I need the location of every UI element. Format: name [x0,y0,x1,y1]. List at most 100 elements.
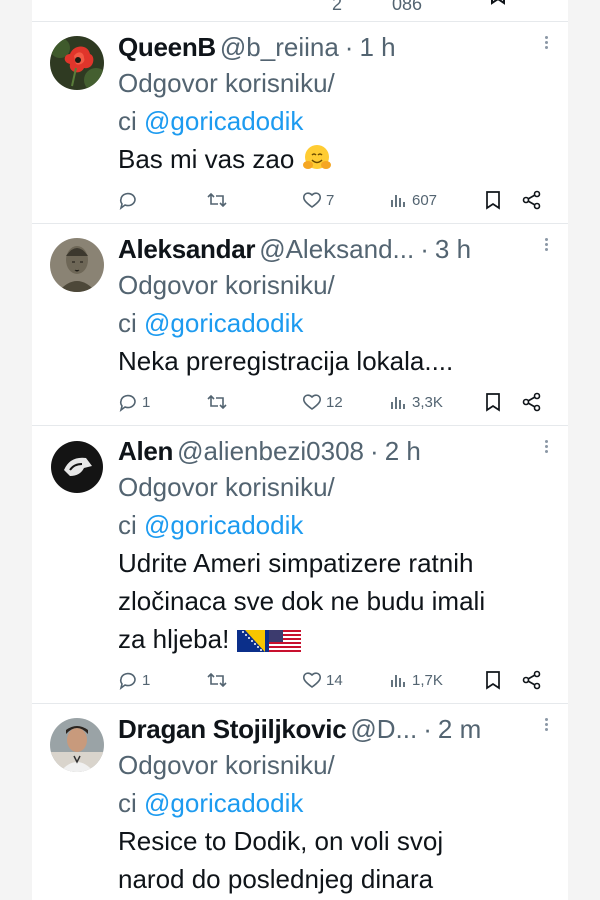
retweet-button[interactable] [206,190,228,210]
tweet-text: Udrite Ameri simpatizere ratnih zločinac… [118,544,548,658]
share-icon [522,670,541,690]
like-button[interactable]: 7 [302,190,334,210]
reply-context: Odgovor korisniku/ ci @goricadodik [118,64,548,140]
like-button[interactable]: 14 [302,670,343,690]
mention-link[interactable]: @goricadodik [144,510,303,540]
tweet-text-line: Bas mi vas zao [118,144,295,174]
share-button[interactable] [522,190,542,210]
share-icon [522,392,541,412]
views-count: 086 [392,0,423,14]
hugging-face-icon [302,145,331,169]
bookmark-button[interactable] [484,670,502,690]
tweet-text: Bas mi vas zao [118,140,548,178]
views-count: 607 [412,191,438,209]
tweet-actions: 7 607 [118,187,552,213]
reply-prefix-suffix: ci [118,308,137,338]
avatar[interactable] [50,36,104,90]
separator-dot: · [420,233,429,264]
tweet-actions: 1 14 1,7K [118,667,552,693]
tweet-text: Resice to Dodik, on voli svoj narod do p… [118,822,548,898]
retweet-icon [207,394,227,410]
reply-icon [119,672,136,690]
more-options-icon[interactable] [538,438,554,458]
bookmark-icon[interactable] [490,0,506,6]
author-name[interactable]: Aleksandar [118,234,255,265]
mention-link[interactable]: @goricadodik [144,308,303,338]
views-icon [391,195,405,207]
author-name[interactable]: Alen [118,436,173,467]
reply-prefix-suffix: ci [118,510,137,540]
tweet-text-line: narod do poslednjeg dinara [118,864,434,894]
share-button[interactable] [522,392,542,412]
reply-count: 1 [142,393,151,411]
tweet[interactable]: Alen @alienbezi0308 · 2 h Odgovor korisn… [32,426,568,704]
avatar[interactable] [50,238,104,292]
tweet[interactable]: Aleksandar @Aleksand... · 3 h Odgovor ko… [32,224,568,426]
bookmark-icon [486,191,500,210]
reply-icon [119,394,136,412]
tweet-text-line: Resice to Dodik, on voli svoj [118,826,444,856]
mention-link[interactable]: @goricadodik [144,788,303,818]
tweet[interactable]: Dragan Stojiljkovic @D... · 2 m Odgovor … [32,704,568,900]
reply-button[interactable]: 1 [118,670,150,690]
tweet-text: Neka preregistracija lokala.... [118,342,548,380]
timestamp[interactable]: 2 h [385,436,421,467]
bookmark-icon [486,393,500,412]
views-button[interactable]: 3,3K [390,393,443,411]
author-handle[interactable]: @Aleksand... [259,234,414,265]
avatar[interactable] [50,718,104,772]
timestamp[interactable]: 1 h [359,32,395,63]
reply-context: Odgovor korisniku/ ci @goricadodik [118,468,548,544]
views-icon [391,675,405,687]
reply-icon [119,192,136,210]
retweet-icon [207,672,227,688]
more-options-icon[interactable] [538,236,554,256]
retweet-button[interactable] [206,670,228,690]
reply-prefix: Odgovor korisniku/ [118,270,335,300]
red-poppy-flower-icon [50,36,104,90]
retweet-icon [207,192,227,208]
views-count: 3,3K [412,393,443,411]
share-button[interactable] [522,670,542,690]
avatar[interactable] [50,440,104,494]
author-name[interactable]: QueenB [118,32,216,63]
tweet[interactable]: QueenB @b_reiina · 1 h Odgovor korisniku… [32,22,568,224]
author-handle[interactable]: @alienbezi0308 [177,436,364,467]
bookmark-button[interactable] [484,190,502,210]
bosnia-flag-icon [236,630,269,652]
views-count: 1,7K [412,671,443,689]
like-count: 14 [326,671,343,689]
reply-prefix-suffix: ci [118,788,137,818]
man-photo-icon [50,718,104,772]
tweet-header: Dragan Stojiljkovic @D... · 2 m [118,712,548,746]
mention-link[interactable]: @goricadodik [144,106,303,136]
timestamp[interactable]: 2 m [438,714,481,745]
bookmark-button[interactable] [484,392,502,412]
author-handle[interactable]: @b_reiina [220,32,339,63]
reply-feed[interactable]: 2 086 QueenB @b_reiina · 1 h Odgovor kor… [32,0,568,900]
reply-prefix: Odgovor korisniku/ [118,68,335,98]
like-count: 12 [326,393,343,411]
more-options-icon[interactable] [538,34,554,54]
timestamp[interactable]: 3 h [435,234,471,265]
usa-flag-icon [268,630,301,652]
tweet-text-line: Udrite Ameri simpatizere ratnih [118,548,474,578]
views-button[interactable]: 607 [390,191,437,209]
author-name[interactable]: Dragan Stojiljkovic [118,714,347,745]
author-handle[interactable]: @D... [350,714,417,745]
tweet-text-line: za hljeba! [118,624,230,654]
like-button[interactable]: 12 [302,392,343,412]
previous-tweet-actions: 2 086 [32,0,568,22]
reply-count: 1 [142,671,151,689]
like-count: 7 [326,191,335,209]
reply-prefix: Odgovor korisniku/ [118,750,335,780]
views-button[interactable]: 1,7K [390,671,443,689]
reply-prefix: Odgovor korisniku/ [118,472,335,502]
tweet-header: Alen @alienbezi0308 · 2 h [118,434,548,468]
separator-dot: · [370,435,379,466]
separator-dot: · [344,31,354,62]
reply-button[interactable]: 1 [118,392,150,412]
retweet-button[interactable] [206,392,228,412]
more-options-icon[interactable] [538,716,554,736]
reply-button[interactable] [118,190,142,210]
